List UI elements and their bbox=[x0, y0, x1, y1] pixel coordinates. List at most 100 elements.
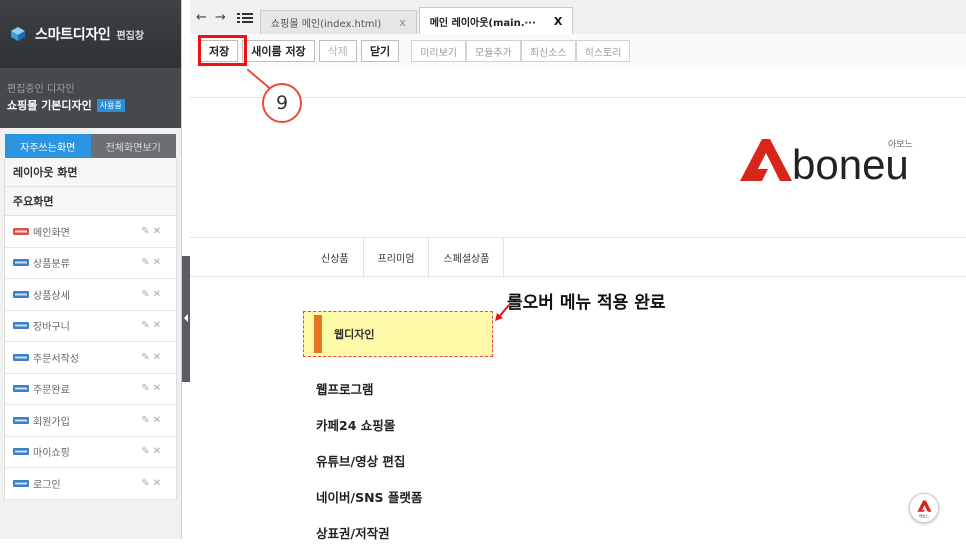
close-icon[interactable]: ✕ bbox=[153, 478, 164, 489]
sidebar-tabs: 자주쓰는화면 전체화면보기 bbox=[0, 134, 181, 158]
close-button[interactable]: 닫기 bbox=[360, 40, 400, 62]
smart-design-logo-icon bbox=[11, 27, 25, 41]
screen-item-label: 상품분류 bbox=[33, 259, 70, 271]
pencil-icon[interactable]: ✎ bbox=[141, 352, 152, 363]
save-button-highlight bbox=[198, 35, 247, 66]
tab-list-icon[interactable] bbox=[236, 11, 254, 25]
item-actions: ✎✕ bbox=[141, 352, 164, 363]
latest-source-button[interactable]: 최신소스 bbox=[520, 40, 576, 62]
pencil-icon[interactable]: ✎ bbox=[141, 446, 152, 457]
screen-list: 레이아웃 화면 주요화면 메인화면 ✎✕ 상품분류 ✎✕ 상품상세 ✎✕ 장바구니 ✎✕ 주문서… bbox=[4, 158, 177, 500]
history-button[interactable]: 히스토리 bbox=[575, 40, 631, 62]
close-icon[interactable]: ✕ bbox=[153, 226, 164, 237]
close-icon[interactable]: X bbox=[554, 15, 562, 28]
close-icon[interactable]: ✕ bbox=[153, 289, 164, 300]
close-icon[interactable]: x bbox=[399, 16, 406, 29]
tab-label: 쇼핑몰 메인(index.html) bbox=[270, 19, 382, 30]
pencil-icon[interactable]: ✎ bbox=[141, 226, 152, 237]
nav-item-naver-sns[interactable]: 네이버/SNS 플랫폼 bbox=[316, 478, 422, 514]
mode-label: 편집창 bbox=[116, 30, 145, 42]
preview-top-strip bbox=[190, 69, 966, 98]
tab-main-layout[interactable]: 메인 레이아웃(main.··· X bbox=[418, 7, 574, 34]
document-tabs-row: ← → 쇼핑몰 메인(index.html) x 메인 레이아웃(main.··… bbox=[190, 0, 966, 34]
back-forward-arrows-icon[interactable]: ← → bbox=[194, 10, 232, 34]
screen-item[interactable]: 주문서작성 ✎✕ bbox=[5, 342, 176, 374]
pencil-icon[interactable]: ✎ bbox=[141, 289, 152, 300]
close-icon[interactable]: ✕ bbox=[153, 320, 164, 331]
hover-accent-bar bbox=[314, 315, 322, 353]
nav-item-cafe24-mall[interactable]: 카페24 쇼핑몰 bbox=[316, 406, 422, 442]
screen-item-label: 상품상세 bbox=[33, 290, 70, 302]
menu-special-products[interactable]: 스페셜상품 bbox=[429, 238, 505, 276]
close-icon[interactable]: ✕ bbox=[153, 352, 164, 363]
sidebar-header: 스마트디자인 편집창 bbox=[0, 0, 181, 68]
nav-item-youtube-video[interactable]: 유튜브/영상 편집 bbox=[316, 442, 422, 478]
aboneu-mini-logo-icon: 아보느 bbox=[917, 500, 932, 518]
tab-frequent-screens[interactable]: 자주쓰는화면 bbox=[5, 134, 91, 158]
close-icon[interactable]: ✕ bbox=[153, 383, 164, 394]
item-actions: ✎✕ bbox=[141, 415, 164, 426]
add-module-button[interactable]: 모듈추가 bbox=[466, 40, 521, 62]
section-layout-screens[interactable]: 레이아웃 화면 bbox=[5, 158, 176, 187]
tab-label: 메인 레이아웃(main.··· bbox=[429, 17, 536, 29]
html-file-icon bbox=[13, 479, 29, 487]
close-icon[interactable]: ✕ bbox=[153, 257, 164, 268]
pencil-icon[interactable]: ✎ bbox=[141, 478, 152, 489]
floating-brand-button[interactable]: 아보느 bbox=[909, 493, 939, 523]
preview-button[interactable]: 미리보기 bbox=[411, 40, 466, 62]
screen-item-label: 로그인 bbox=[33, 479, 61, 491]
top-category-menu: 신상품 프리미엄 스페셜상품 bbox=[190, 237, 966, 277]
tab-shop-main-index[interactable]: 쇼핑몰 메인(index.html) x bbox=[259, 10, 417, 34]
item-actions: ✎✕ bbox=[141, 320, 164, 331]
close-icon[interactable]: ✕ bbox=[153, 446, 164, 457]
html-file-icon bbox=[13, 259, 29, 267]
brand-korean: 아보느 bbox=[888, 139, 913, 149]
pencil-icon[interactable]: ✎ bbox=[141, 320, 152, 331]
html-file-icon bbox=[13, 227, 29, 235]
editor-topbar: ← → 쇼핑몰 메인(index.html) x 메인 레이아웃(main.··… bbox=[190, 0, 966, 68]
screen-item[interactable]: 장바구니 ✎✕ bbox=[5, 311, 176, 342]
rollover-note: 롤오버 메뉴 적용 완료 bbox=[507, 293, 666, 313]
tab-all-screens[interactable]: 전체화면보기 bbox=[90, 134, 176, 158]
design-preview: 9 boneu 아보느 신상품 프리미엄 스페셜상품 롤오버 메뉴 적용 완료 … bbox=[190, 69, 966, 541]
menu-premium[interactable]: 프리미엄 bbox=[364, 238, 430, 276]
pencil-icon[interactable]: ✎ bbox=[141, 415, 152, 426]
pencil-icon[interactable]: ✎ bbox=[141, 257, 152, 268]
html-file-icon bbox=[13, 385, 29, 393]
current-design-label: 쇼핑몰 기본디자인 bbox=[7, 99, 92, 112]
html-file-icon bbox=[13, 353, 29, 361]
screen-item-label: 메인화면 bbox=[33, 227, 70, 239]
screen-item[interactable]: 상품분류 ✎✕ bbox=[5, 248, 176, 279]
screen-item[interactable]: 마이쇼핑 ✎✕ bbox=[5, 437, 176, 468]
nav-item-web-program[interactable]: 웹프로그램 bbox=[316, 370, 422, 406]
screen-item[interactable]: 회원가입 ✎✕ bbox=[5, 405, 176, 437]
screen-item[interactable]: 로그인 ✎✕ bbox=[5, 468, 176, 500]
screen-item-label: 마이쇼핑 bbox=[33, 448, 70, 460]
pencil-icon[interactable]: ✎ bbox=[141, 383, 152, 394]
nav-item-trademark[interactable]: 상표권/저작권 bbox=[316, 514, 422, 550]
hovered-menu-item[interactable]: 웹디자인 bbox=[303, 311, 493, 357]
save-as-button[interactable]: 새이름 저장 bbox=[242, 40, 315, 62]
sidebar-collapse-handle[interactable] bbox=[182, 256, 190, 382]
sidebar: 스마트디자인 편집창 편집중인 디자인 쇼핑몰 기본디자인 사용중 자주쓰는화면… bbox=[0, 0, 182, 539]
menu-new-products[interactable]: 신상품 bbox=[307, 238, 364, 276]
section-main-screens[interactable]: 주요화면 bbox=[5, 187, 176, 216]
html-file-icon bbox=[13, 416, 29, 424]
current-design-caption: 편집중인 디자인 bbox=[7, 84, 75, 95]
screen-item[interactable]: 주문완료 ✎✕ bbox=[5, 374, 176, 405]
item-actions: ✎✕ bbox=[141, 226, 164, 237]
close-icon[interactable]: ✕ bbox=[153, 415, 164, 426]
current-design-name[interactable]: 쇼핑몰 기본디자인 사용중 bbox=[7, 97, 181, 113]
delete-button[interactable]: 삭제 bbox=[318, 40, 357, 62]
screen-item[interactable]: 메인화면 ✎✕ bbox=[5, 216, 176, 248]
in-use-badge: 사용중 bbox=[96, 98, 125, 112]
item-actions: ✎✕ bbox=[141, 478, 164, 489]
screen-item-label: 회원가입 bbox=[33, 416, 70, 428]
step-number-badge: 9 bbox=[262, 83, 302, 123]
item-actions: ✎✕ bbox=[141, 257, 164, 268]
screen-item[interactable]: 상품상세 ✎✕ bbox=[5, 279, 176, 311]
screen-item-label: 장바구니 bbox=[33, 322, 70, 334]
html-file-icon bbox=[13, 290, 29, 298]
html-file-icon bbox=[13, 448, 29, 456]
hovered-item-label: 웹디자인 bbox=[334, 328, 375, 341]
